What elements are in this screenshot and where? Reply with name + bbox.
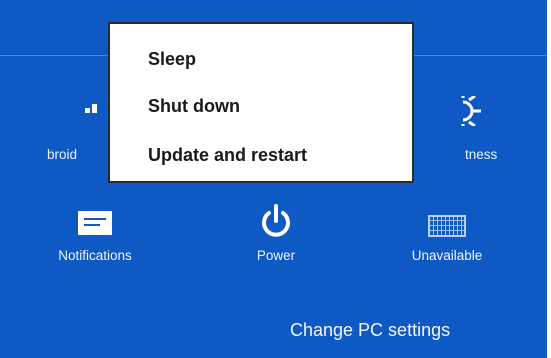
sun-icon — [461, 96, 481, 126]
network-tile-label: broid — [47, 147, 78, 162]
menu-item-sleep[interactable]: Sleep — [148, 49, 196, 70]
message-icon — [78, 211, 112, 235]
change-pc-settings-link[interactable]: Change PC settings — [290, 320, 450, 341]
brightness-tile-label: tness — [465, 147, 498, 162]
menu-item-shut-down[interactable]: Shut down — [148, 96, 240, 117]
menu-item-update-and-restart[interactable]: Update and restart — [148, 145, 307, 166]
power-icon — [262, 204, 290, 237]
power-menu: Sleep Shut down Update and restart — [108, 22, 414, 183]
keyboard-label: Unavailable — [411, 248, 483, 263]
power-label: Power — [256, 248, 296, 263]
notifications-label: Notifications — [58, 248, 132, 263]
keyboard-icon — [428, 215, 466, 237]
